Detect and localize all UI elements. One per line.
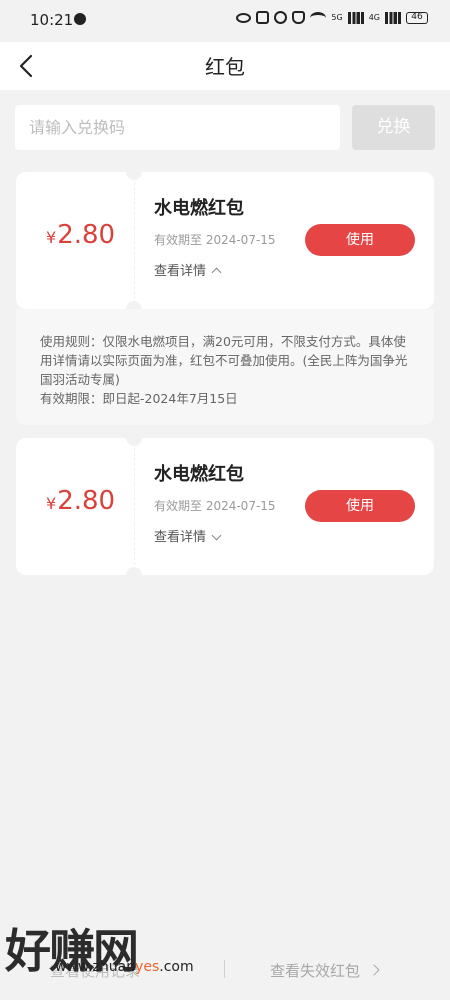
view-details-toggle[interactable]: 查看详情 [154, 526, 222, 545]
view-details-label: 查看详情 [154, 264, 207, 279]
nfc-icon [256, 11, 270, 24]
use-coupon-button[interactable]: 使用 [305, 490, 415, 522]
expired-coupons-label: 查看失效红包 [270, 962, 361, 980]
chevron-down-icon [211, 530, 222, 541]
network-label-4g: 4G [368, 13, 380, 22]
redeem-row: 兑换 [15, 105, 435, 150]
coupon-title: 水电燃红包 [154, 464, 244, 485]
use-coupon-button[interactable]: 使用 [305, 224, 415, 256]
status-time: 10:21 [30, 11, 74, 29]
coupon-expiry: 有效期至 2024-07-15 [154, 233, 276, 247]
ticket-notch [126, 567, 142, 575]
view-details-label: 查看详情 [154, 530, 207, 545]
ticket-notch [126, 438, 142, 446]
view-details-toggle[interactable]: 查看详情 [154, 260, 222, 279]
coupon-rules-panel: 使用规则：仅限水电燃项目，满20元可用，不限支付方式。具体使用详情请以实际页面为… [16, 309, 434, 425]
watermark-url-accent: yes [135, 959, 160, 975]
bottom-divider [224, 960, 225, 978]
watermark-logo: 好赚网 www.zhuanyes.com [5, 915, 195, 985]
page-title: 红包 [205, 55, 245, 79]
ticket-divider [134, 448, 135, 565]
chevron-up-icon [211, 267, 222, 278]
eye-icon [236, 12, 252, 23]
nav-bar: 红包 [0, 42, 450, 90]
coupon-amount-value: 2.80 [57, 486, 116, 516]
rules-validity: 有效期限：即日起-2024年7月15日 [40, 391, 238, 406]
watermark-url-suffix: .com [159, 959, 194, 975]
signal-icon [347, 11, 364, 24]
battery-icon: 46 [406, 11, 428, 24]
coupon-card: ¥2.80 水电燃红包 有效期至 2024-07-15 查看详情 使用 [16, 438, 434, 575]
currency-symbol: ¥ [46, 228, 57, 247]
coupon-rules-text: 使用规则：仅限水电燃项目，满20元可用，不限支付方式。具体使用详情请以实际页面为… [40, 332, 415, 408]
expired-coupons-link[interactable]: 查看失效红包 [270, 960, 380, 981]
ticket-notch [126, 301, 142, 309]
redeem-button[interactable]: 兑换 [352, 105, 435, 150]
chat-bubble-icon [74, 13, 86, 25]
currency-symbol: ¥ [46, 494, 57, 513]
mute-icon [292, 11, 306, 24]
network-label-5g: 5G [331, 13, 343, 22]
ticket-notch [126, 172, 142, 180]
coupon-amount: ¥2.80 [46, 220, 115, 250]
coupon-title: 水电燃红包 [154, 198, 244, 219]
coupon-expiry: 有效期至 2024-07-15 [154, 499, 276, 513]
wifi-icon [310, 11, 327, 24]
ticket-divider [134, 182, 135, 299]
chevron-right-icon [368, 964, 380, 976]
watermark-url: www.zhuanyes.com [55, 959, 194, 975]
coupon-amount: ¥2.80 [46, 486, 115, 516]
coupon-card: ¥2.80 水电燃红包 有效期至 2024-07-15 查看详情 使用 [16, 172, 434, 309]
watermark-url-prefix: www.zhuan [55, 959, 136, 975]
status-bar: 10:21 5G 4G 46 [0, 0, 450, 42]
rules-description: 使用规则：仅限水电燃项目，满20元可用，不限支付方式。具体使用详情请以实际页面为… [40, 334, 408, 387]
signal-icon-2 [385, 11, 401, 24]
alarm-icon [274, 11, 288, 24]
coupon-amount-value: 2.80 [57, 220, 116, 250]
redeem-code-input[interactable] [15, 105, 340, 150]
status-icons: 5G 4G 46 [236, 11, 428, 24]
